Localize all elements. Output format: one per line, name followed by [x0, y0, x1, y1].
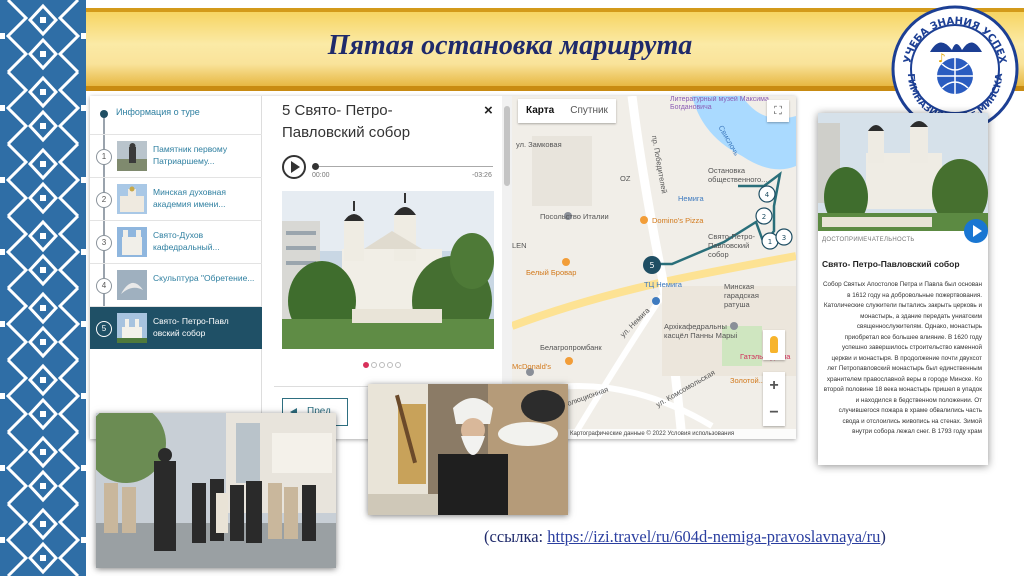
- audio-time-elapsed: 00:00: [312, 172, 330, 179]
- map-tab[interactable]: Карта: [518, 99, 562, 123]
- izi-travel-link[interactable]: https://izi.travel/ru/604d-nemiga-pravos…: [547, 527, 880, 546]
- map-label-arch: Архікафедральны касцёл Панны Марыі: [664, 322, 738, 340]
- map-label-ratusha: Минская гарадская ратуша: [724, 282, 759, 309]
- map-label-mcdonalds: McDonald's: [512, 362, 551, 371]
- stop-thumbnail: [117, 313, 147, 343]
- audio-time-remaining: -03:26: [472, 172, 492, 179]
- tour-stop-4[interactable]: 4 Скульптура "Обретение...: [90, 263, 262, 306]
- audio-progress-handle[interactable]: [312, 163, 319, 170]
- header-bottom-rule: [86, 86, 1024, 91]
- map-pin-5[interactable]: 5: [649, 261, 654, 270]
- stop-number: 2: [96, 192, 112, 208]
- satellite-tab[interactable]: Спутник: [562, 99, 616, 123]
- gallery-dot[interactable]: [379, 362, 385, 368]
- map-label-dominos: Domino's Pizza: [652, 216, 704, 225]
- map-pin-3[interactable]: 3: [782, 234, 786, 242]
- mobile-cathedral-photo: [818, 113, 988, 231]
- tour-stops-list: Информация о туре 1 Памятник первому Пат…: [90, 96, 262, 439]
- map-label-stop: Остановка общественного...: [708, 166, 768, 184]
- close-icon[interactable]: ×: [484, 102, 493, 119]
- stop-thumbnail: [117, 270, 147, 300]
- map-label-zolotoy: Золотой...: [730, 376, 765, 385]
- cathedral-photo[interactable]: [282, 191, 494, 349]
- map-pin-2[interactable]: 2: [762, 213, 766, 221]
- link-prefix: (ссылка:: [484, 527, 548, 546]
- audio-play-button[interactable]: [282, 155, 306, 179]
- stop-thumbnail: [117, 141, 147, 171]
- stop-label: Минская духовная академия имени...: [153, 187, 227, 209]
- stop-label: Свято- Петро-Павл овский собор: [153, 316, 229, 338]
- tour-info-label: Информация о туре: [116, 107, 200, 117]
- map-label-zamkovaya: ул. Замковая: [516, 140, 562, 149]
- link-suffix: ): [880, 527, 886, 546]
- map-pin-1[interactable]: 1: [768, 238, 772, 246]
- gallery-dot[interactable]: [395, 362, 401, 368]
- tour-stop-3[interactable]: 3 Свято-Духов кафедральный...: [90, 220, 262, 263]
- stop-label: Свято-Духов кафедральный...: [153, 230, 220, 252]
- mobile-play-button[interactable]: [964, 219, 988, 243]
- slide-title: Пятая остановка маршрута: [327, 30, 693, 61]
- procession-photo: [96, 413, 336, 568]
- map-label-oz: OZ: [620, 174, 631, 183]
- stop-title: 5 Свято- Петро-Павловский собор: [282, 102, 411, 141]
- timeline-dot: [100, 110, 108, 118]
- scrollbar-thumb[interactable]: [504, 106, 510, 186]
- tour-stop-5-active[interactable]: 5 Свято- Петро-Павл овский собор: [90, 306, 262, 349]
- map-label-tc: ТЦ Немига: [644, 280, 682, 289]
- stop-number: 1: [96, 149, 112, 165]
- map-label-museum: Литературный музей Максима Богдановича: [670, 96, 769, 111]
- gallery-dot[interactable]: [387, 362, 393, 368]
- gallery-pagination[interactable]: [363, 355, 403, 373]
- mobile-category-label: ДОСТОПРИМЕЧАТЕЛЬНОСТЬ: [822, 237, 915, 243]
- svg-text:♪: ♪: [938, 51, 946, 65]
- gallery-dot-active[interactable]: [363, 362, 369, 368]
- stop-thumbnail: [117, 227, 147, 257]
- street-view-pegman-icon[interactable]: [763, 330, 785, 360]
- stop-number: 3: [96, 235, 112, 251]
- zoom-out-button[interactable]: −: [763, 399, 785, 426]
- map-label-brovar: Белый Бровар: [526, 268, 577, 277]
- stop-thumbnail: [117, 184, 147, 214]
- tour-stop-1[interactable]: 1 Памятник первому Патриаршему...: [90, 134, 262, 177]
- fullscreen-icon[interactable]: ⛶: [767, 100, 789, 122]
- map-label-len: LEN: [512, 241, 527, 250]
- mobile-description: Собор Святых Апостолов Петра и Павла был…: [822, 281, 982, 435]
- bishop-photo: [368, 384, 568, 515]
- mobile-app-screenshot: ДОСТОПРИМЕЧАТЕЛЬНОСТЬ Свято- Петро-Павло…: [818, 113, 988, 465]
- header-top-rule: [86, 8, 1024, 12]
- zoom-in-button[interactable]: +: [763, 372, 785, 399]
- map-label-church: Свято-Петро-Павловский собор: [708, 232, 755, 259]
- map-zoom-controls: + −: [763, 372, 785, 426]
- mobile-title: Свято- Петро-Павловский собор: [822, 259, 960, 269]
- map-label-italy: Посольство Италии: [540, 212, 609, 221]
- map-type-switch: Карта Спутник: [518, 99, 616, 123]
- belarusian-ornament-band: [0, 0, 86, 576]
- gallery-dot[interactable]: [371, 362, 377, 368]
- stop-label: Памятник первому Патриаршему...: [153, 144, 228, 166]
- stop-label: Скульптура "Обретение...: [153, 273, 255, 283]
- stop-number: 5: [96, 321, 112, 337]
- map-label-nemiga-metro: Немига: [678, 194, 704, 203]
- tour-stop-2[interactable]: 2 Минская духовная академия имени...: [90, 177, 262, 220]
- tour-info-item[interactable]: Информация о туре: [96, 104, 261, 134]
- stop-number: 4: [96, 278, 112, 294]
- map-pin-4[interactable]: 4: [765, 191, 770, 199]
- audio-progress-track[interactable]: [314, 166, 493, 167]
- source-link-line: (ссылка: https://izi.travel/ru/604d-nemi…: [484, 527, 886, 547]
- map-label-bank: Белагропромбанк: [540, 343, 602, 352]
